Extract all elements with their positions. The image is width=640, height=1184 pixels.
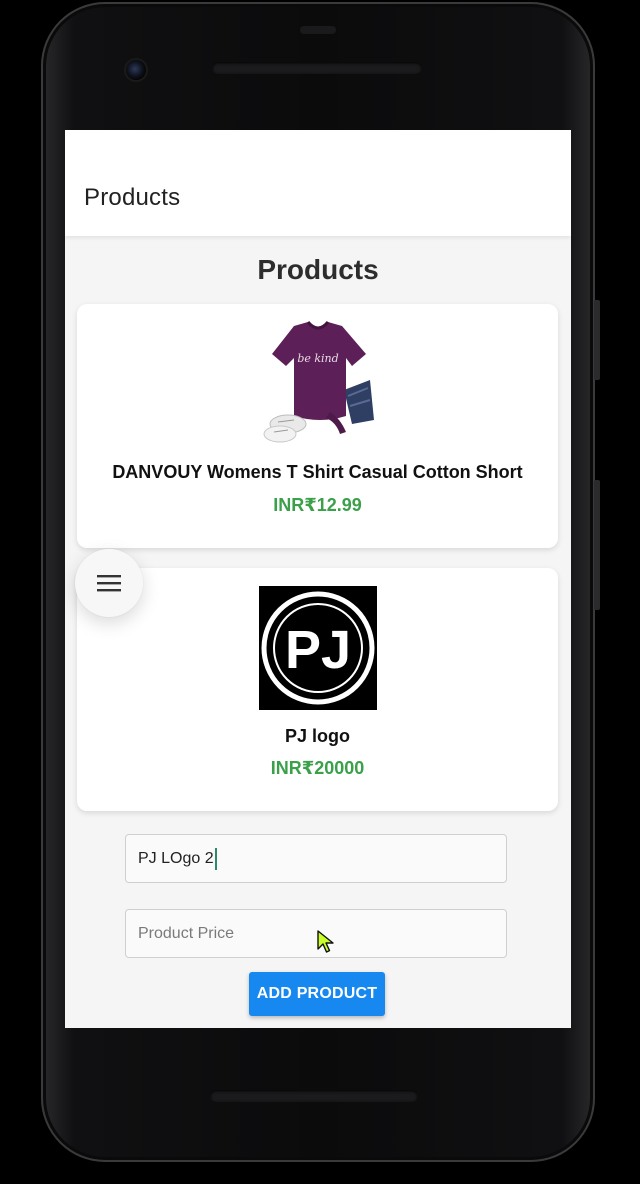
product-card[interactable]: be kind DANVOUY Womens T Shirt Casual Co… xyxy=(77,304,558,548)
purple-tshirt-image: be kind xyxy=(263,320,374,443)
app-screen: Products Products be kind DANVOUY Womens… xyxy=(65,130,571,1028)
app-bar-title: Products xyxy=(84,184,181,211)
product-price: INR₹20000 xyxy=(270,758,365,778)
product-price-input[interactable]: Product Price xyxy=(125,909,507,958)
front-camera xyxy=(126,60,146,80)
text-caret xyxy=(214,847,217,870)
product-name-value: PJ LOgo 2 xyxy=(138,849,214,867)
app-bar: Products xyxy=(65,130,571,236)
top-speaker xyxy=(212,62,422,74)
bottom-speaker xyxy=(210,1090,418,1102)
mouse-pointer-icon xyxy=(317,930,334,953)
page-title: Products xyxy=(257,254,379,285)
product-name: PJ logo xyxy=(284,726,350,746)
volume-button xyxy=(594,480,600,610)
earpiece xyxy=(300,26,336,34)
pj-logo-image: PJ xyxy=(259,586,377,710)
add-product-button[interactable]: ADD PRODUCT xyxy=(249,972,385,1016)
product-name-input[interactable]: PJ LOgo 2 xyxy=(125,834,507,883)
menu-button[interactable] xyxy=(75,549,143,617)
product-card[interactable]: PJ PJ logo INR₹20000 xyxy=(77,568,558,811)
svg-text:be kind: be kind xyxy=(297,352,338,365)
product-price-placeholder: Product Price xyxy=(138,924,235,942)
power-button xyxy=(594,300,600,380)
hamburger-menu-icon xyxy=(97,575,121,592)
product-price: INR₹12.99 xyxy=(273,495,362,515)
svg-text:PJ: PJ xyxy=(285,620,351,680)
product-name: DANVOUY Womens T Shirt Casual Cotton Sho… xyxy=(112,462,523,482)
